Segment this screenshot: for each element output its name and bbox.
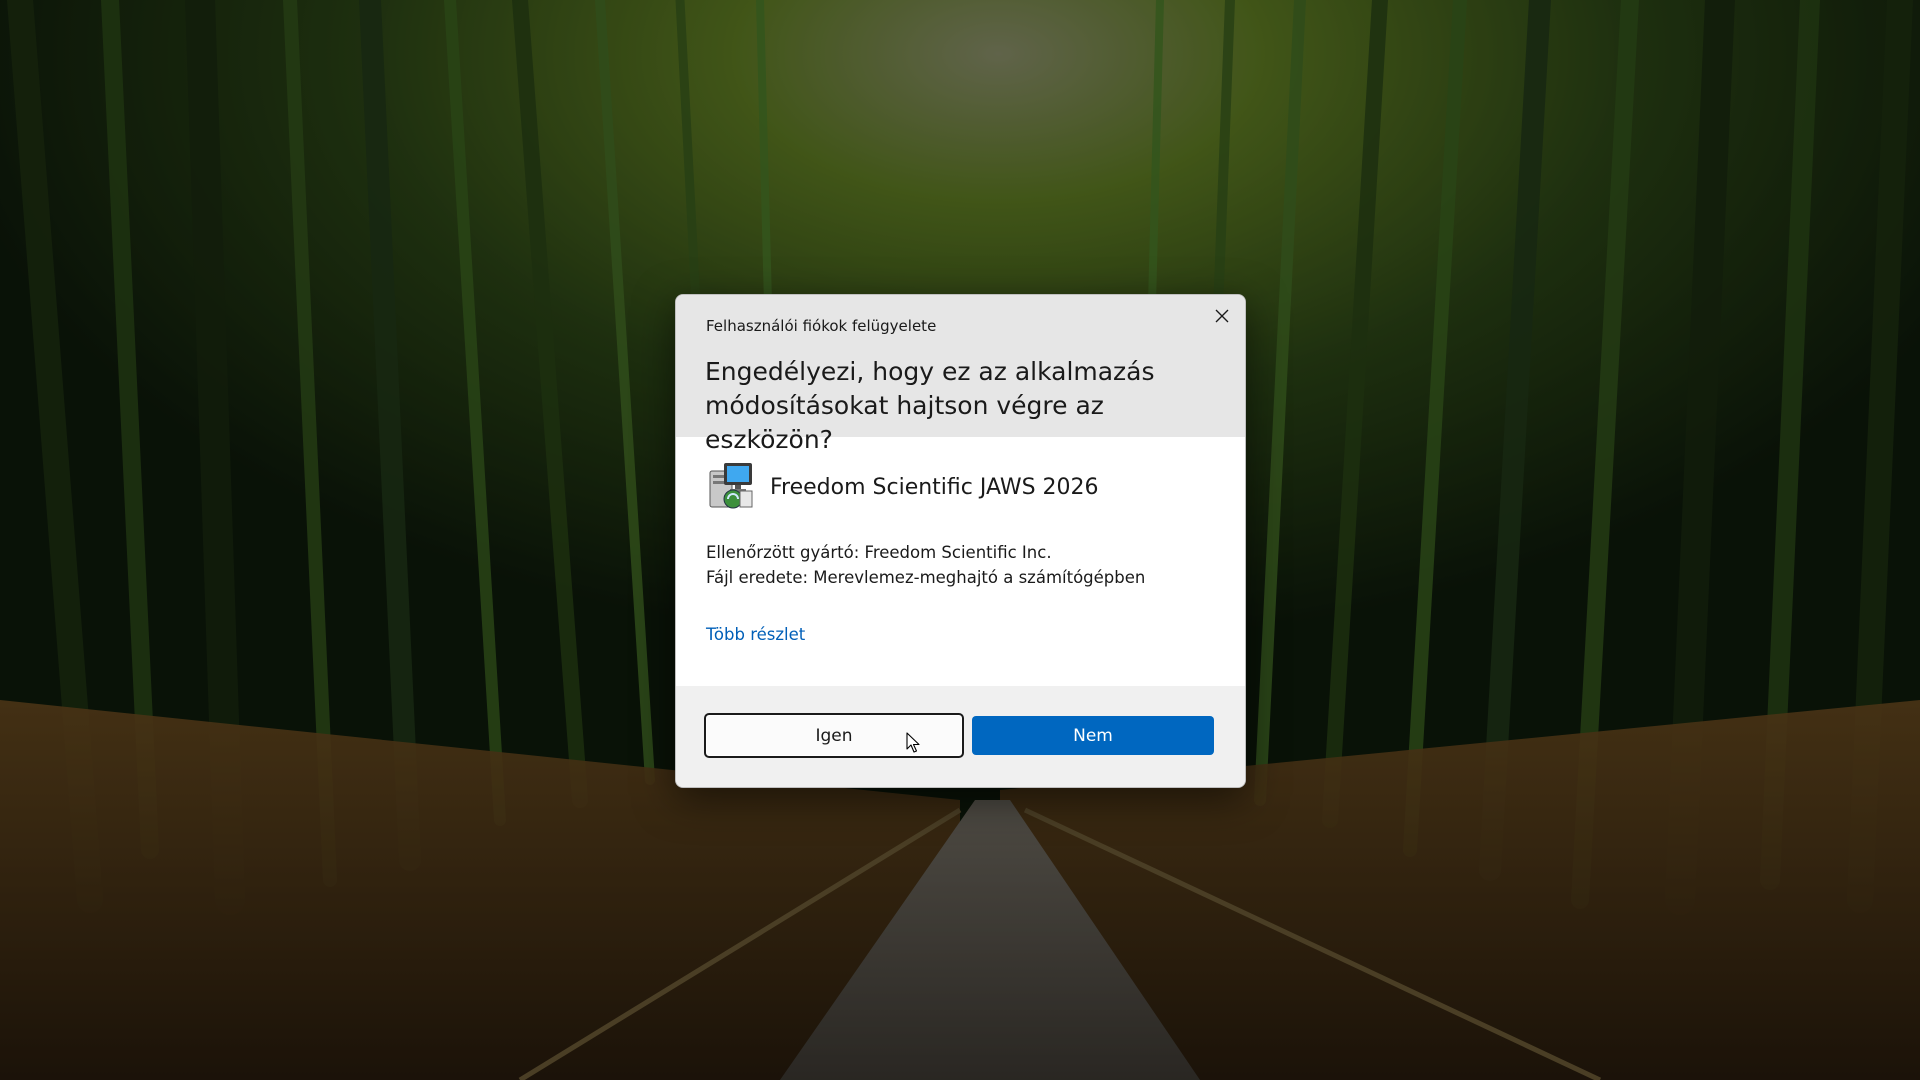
dialog-question: Engedélyezi, hogy ez az alkalmazás módos… [705, 357, 1155, 454]
dialog-header: Felhasználói fiókok felügyelete Engedély… [676, 295, 1245, 454]
origin-line: Fájl eredete: Merevlemez-meghajtó a szám… [706, 568, 1146, 587]
close-button[interactable] [1205, 301, 1239, 331]
yes-button[interactable]: Igen [704, 713, 964, 758]
installer-icon [709, 463, 753, 509]
app-name: Freedom Scientific JAWS 2026 [770, 474, 1099, 500]
no-button[interactable]: Nem [972, 716, 1214, 755]
dialog-caption: Felhasználói fiókok felügyelete [706, 317, 937, 335]
uac-dialog: Felhasználói fiókok felügyelete Engedély… [675, 294, 1246, 788]
publisher-line: Ellenőrzött gyártó: Freedom Scientific I… [706, 543, 1052, 562]
close-icon [1215, 309, 1229, 323]
app-details: Ellenőrzött gyártó: Freedom Scientific I… [706, 540, 1145, 590]
app-row: Freedom Scientific JAWS 2026 [706, 462, 1099, 512]
mouse-cursor-icon [906, 732, 920, 753]
more-details-link[interactable]: Több részlet [706, 625, 805, 644]
